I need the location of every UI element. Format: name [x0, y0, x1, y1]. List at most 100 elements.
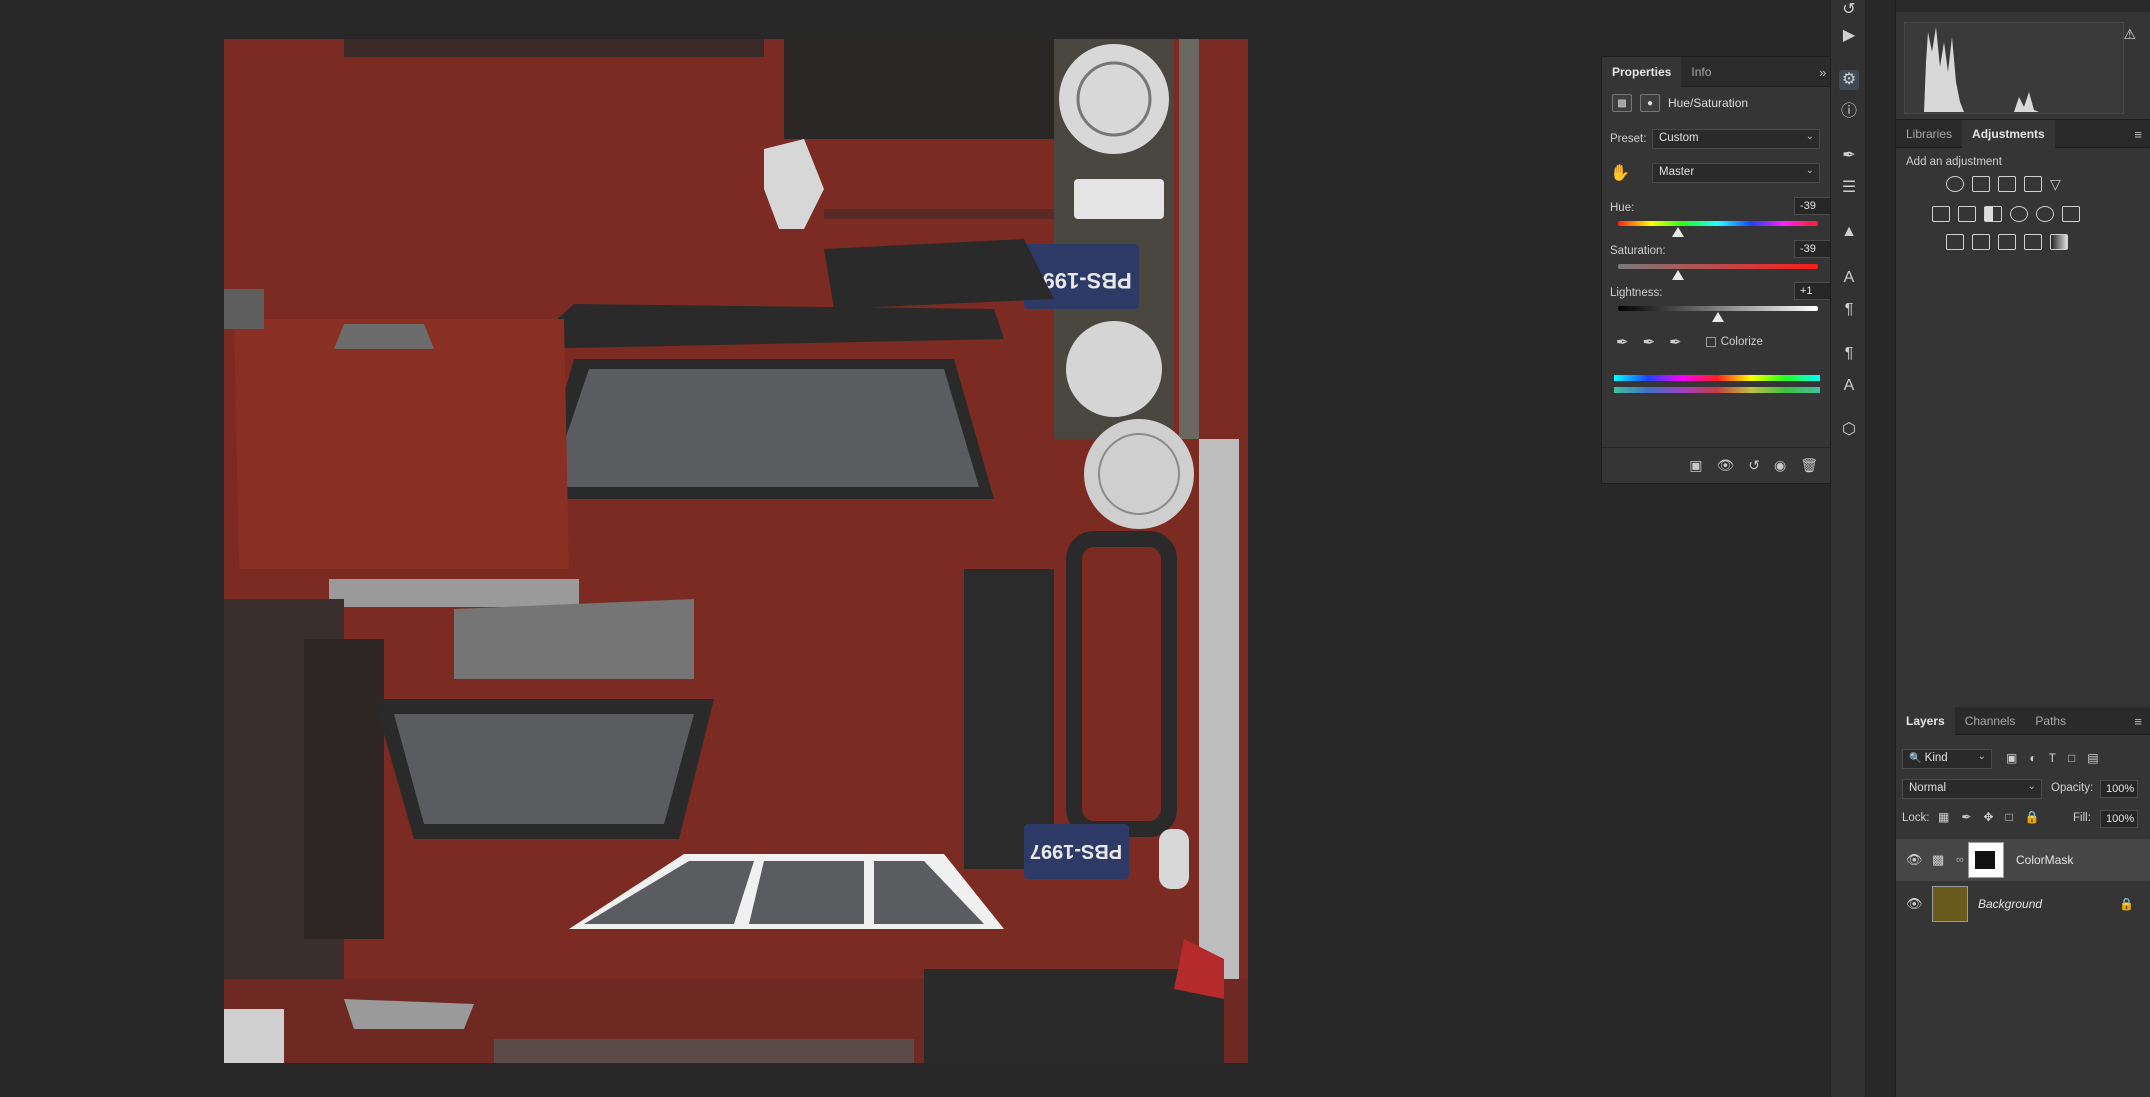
link-icon[interactable]: ∞ — [1956, 854, 1964, 866]
tab-paths[interactable]: Paths — [2025, 707, 2076, 735]
threshold-icon[interactable] — [1998, 234, 2016, 250]
visibility-icon[interactable]: ◉ — [1774, 457, 1786, 474]
history-icon[interactable]: ↺ — [1839, 0, 1859, 20]
opacity-input[interactable]: 100% — [2100, 780, 2138, 798]
selective-color-icon[interactable] — [2024, 234, 2042, 250]
hue-label: Hue: — [1610, 202, 1635, 214]
lock-icon: 🔒 — [2119, 897, 2134, 911]
color-lookup-icon[interactable] — [2062, 206, 2080, 222]
hue-saturation-icon[interactable] — [1932, 206, 1950, 222]
preset-dropdown[interactable]: Custom ⌄ — [1652, 129, 1820, 149]
layer-row-background[interactable]: 👁 Background 🔒 — [1896, 883, 2150, 925]
lightness-slider-thumb[interactable] — [1712, 312, 1724, 322]
eye-icon[interactable]: 👁 — [1906, 852, 1923, 868]
eyedropper-icon[interactable]: ✒ — [1616, 333, 1629, 351]
lock-pixels-icon[interactable]: ✒ — [1961, 810, 1971, 824]
adjustment-header: ▩ ● Hue/Saturation — [1602, 87, 1848, 119]
saturation-label: Saturation: — [1610, 245, 1666, 257]
panel-menu-icon[interactable]: ≡ — [2134, 714, 2142, 729]
eye-icon[interactable]: 👁 — [1906, 896, 1923, 912]
fill-label: Fill: — [2073, 812, 2091, 824]
photo-filter-icon[interactable] — [2010, 206, 2028, 222]
invert-icon[interactable] — [1946, 234, 1964, 250]
lock-transparency-icon[interactable]: ▦ — [1938, 810, 1949, 824]
properties-icon[interactable]: ⚙ — [1839, 70, 1859, 90]
actions-play-icon[interactable]: ▶ — [1839, 26, 1859, 46]
hue-slider-thumb[interactable] — [1672, 227, 1684, 237]
colorize-label: Colorize — [1720, 336, 1763, 348]
tab-adjustments[interactable]: Adjustments — [1962, 119, 2055, 148]
hue-slider-track[interactable] — [1618, 221, 1818, 226]
panel-menu-icon[interactable]: ≡ — [2134, 127, 2142, 142]
brightness-contrast-icon[interactable] — [1946, 176, 1964, 192]
posterize-icon[interactable] — [1972, 234, 1990, 250]
brush-icon[interactable]: ✒ — [1839, 146, 1859, 166]
black-white-icon[interactable] — [1984, 206, 2002, 222]
colorize-checkbox[interactable] — [1705, 337, 1716, 347]
adjustments-tabbar: Libraries Adjustments ≡ — [1896, 119, 2150, 148]
saturation-slider-track[interactable] — [1618, 264, 1818, 269]
tab-properties[interactable]: Properties — [1602, 56, 1682, 87]
collapse-icon[interactable]: » — [1819, 65, 1826, 80]
chevron-down-icon: ⌄ — [2027, 781, 2036, 792]
warning-icon[interactable]: ⚠ — [2123, 26, 2136, 43]
search-icon: 🔍 — [1909, 753, 1922, 764]
adjustment-layer-icon: ▩ — [1932, 852, 1945, 867]
lock-label: Lock: — [1902, 812, 1930, 824]
document-canvas[interactable]: PBS-1997 PBS-1997 — [224, 39, 1248, 1063]
eyedropper-minus-icon[interactable]: ✒ — [1669, 333, 1682, 351]
reset-icon[interactable]: ↺ — [1748, 457, 1760, 474]
layer-row-colormask[interactable]: 👁 ▩ ∞ ColorMask — [1896, 839, 2150, 881]
blend-mode-dropdown[interactable]: Normal ⌄ — [1902, 779, 2042, 799]
clone-source-icon[interactable]: ▲ — [1839, 222, 1859, 242]
adjustment-filter-icon[interactable]: ◐ — [2029, 751, 2036, 765]
pixel-filter-icon[interactable]: ▣ — [2006, 751, 2017, 765]
preset-label: Preset: — [1610, 133, 1647, 145]
properties-footer: ▣ 👁 ↺ ◉ 🗑 — [1602, 447, 1848, 483]
character-styles-icon[interactable]: A — [1839, 376, 1859, 396]
gradient-map-icon[interactable] — [2050, 234, 2068, 250]
trash-icon[interactable]: 🗑 — [1800, 457, 1818, 474]
paragraph-icon[interactable]: ¶ — [1839, 300, 1859, 320]
opacity-label: Opacity: — [2051, 782, 2094, 794]
lock-artboard-icon[interactable]: □ — [2005, 810, 2012, 824]
curves-icon[interactable] — [1998, 176, 2016, 192]
channel-mixer-icon[interactable] — [2036, 206, 2054, 222]
smart-object-filter-icon[interactable]: ▤ — [2087, 751, 2098, 765]
tab-channels[interactable]: Channels — [1955, 707, 2026, 735]
fill-input[interactable]: 100% — [2100, 810, 2138, 828]
paragraph-styles-icon[interactable]: ¶ — [1839, 344, 1859, 364]
shape-filter-icon[interactable]: □ — [2068, 751, 2075, 765]
clip-to-layer-icon[interactable]: ▣ — [1689, 457, 1702, 474]
exposure-icon[interactable] — [2024, 176, 2042, 192]
layer-filter-dropdown[interactable]: 🔍 Kind ⌄ — [1902, 749, 1992, 769]
tab-info[interactable]: Info — [1681, 57, 1721, 87]
targeted-adjustment-hand-icon[interactable]: ✋ — [1610, 163, 1630, 183]
saturation-slider-thumb[interactable] — [1672, 270, 1684, 280]
color-balance-icon[interactable] — [1958, 206, 1976, 222]
plate-text-bottom: PBS-1997 — [1030, 840, 1122, 862]
tab-libraries[interactable]: Libraries — [1896, 120, 1962, 148]
lock-position-icon[interactable]: ✥ — [1983, 810, 1993, 824]
brush-settings-icon[interactable]: ☰ — [1839, 178, 1859, 198]
tab-layers[interactable]: Layers — [1896, 706, 1955, 735]
lock-all-icon[interactable]: 🔒 — [2025, 810, 2040, 824]
layer-mask-thumbnail[interactable] — [1968, 842, 2004, 878]
character-icon[interactable]: A — [1839, 268, 1859, 288]
type-filter-icon[interactable]: T — [2049, 751, 2056, 765]
view-previous-icon[interactable]: 👁 — [1716, 457, 1734, 474]
panel-toolstrip: ↺ ▶ ⚙ ⓘ ✒ ☰ ▲ A ¶ ¶ A ⬡ — [1830, 0, 1866, 1097]
mask-icon[interactable]: ● — [1640, 94, 1660, 112]
adjustment-layer-icon[interactable]: ▩ — [1612, 94, 1632, 112]
channel-dropdown[interactable]: Master ⌄ — [1652, 163, 1820, 183]
lightness-slider-track[interactable] — [1618, 306, 1818, 311]
eyedropper-plus-icon[interactable]: ✒ — [1643, 333, 1656, 351]
levels-icon[interactable] — [1972, 176, 1990, 192]
properties-tabbar: Properties Info » ≡ — [1602, 56, 1848, 87]
properties-panel: Properties Info » ≡ ▩ ● Hue/Saturation P… — [1601, 56, 1849, 484]
layer-name-background: Background — [1978, 897, 2043, 911]
3d-icon[interactable]: ⬡ — [1839, 420, 1859, 440]
layer-name-colormask: ColorMask — [2016, 853, 2074, 867]
vibrance-icon[interactable]: ▽ — [2050, 176, 2068, 192]
info-icon[interactable]: ⓘ — [1839, 102, 1859, 122]
